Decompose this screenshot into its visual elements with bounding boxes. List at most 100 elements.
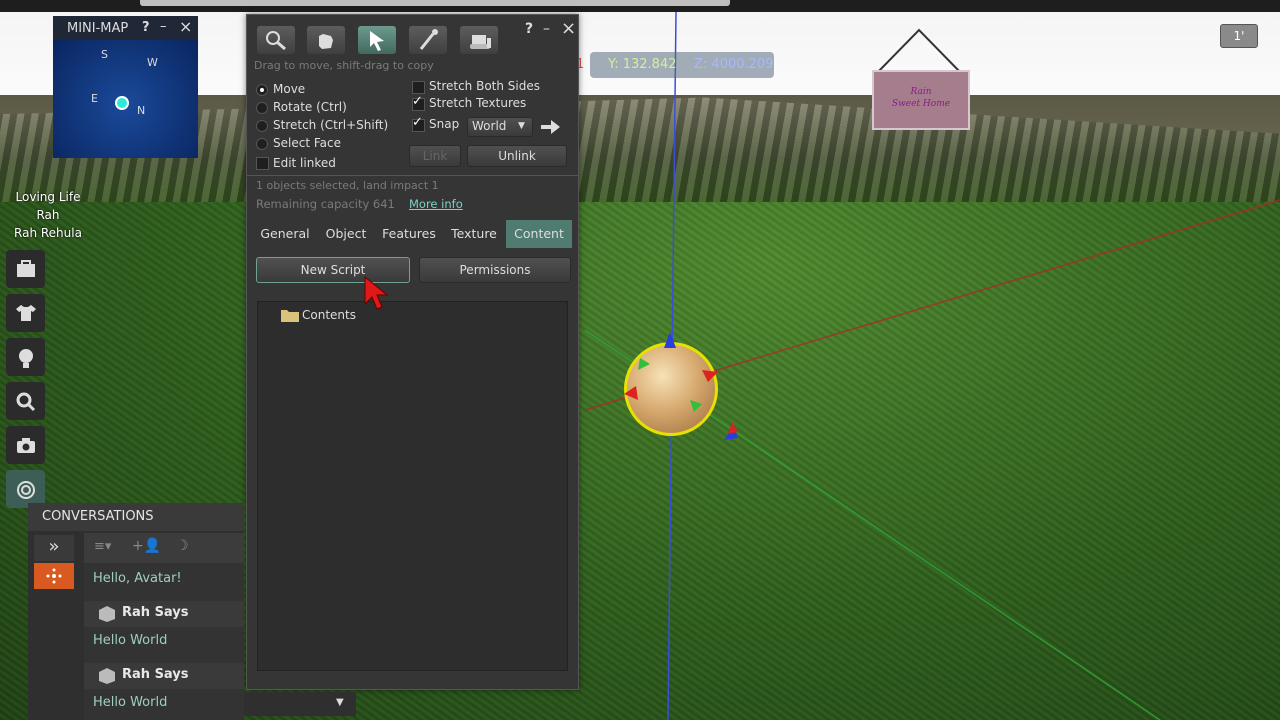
snap-dropdown-value: World: [472, 119, 507, 133]
avatar-group: Loving Life: [15, 190, 81, 204]
avatar-location-marker: [115, 96, 129, 110]
chat-message-header: Rah Says: [84, 663, 244, 689]
minimap-view[interactable]: S W E N: [53, 40, 198, 158]
shirt-icon: [16, 305, 36, 321]
contents-folder-label[interactable]: Contents: [302, 308, 356, 322]
stretch-both-sides-checkbox[interactable]: [412, 81, 425, 94]
move-gizmo[interactable]: [610, 330, 750, 450]
avatar-button[interactable]: [6, 338, 45, 376]
mode-move-radio[interactable]: [256, 84, 268, 96]
search-icon: [16, 392, 36, 412]
conversations-titlebar[interactable]: CONVERSATIONS: [28, 503, 244, 531]
link-button[interactable]: Link: [409, 145, 461, 167]
mouse-cursor-icon: [364, 276, 389, 310]
tab-texture[interactable]: Texture: [445, 220, 503, 248]
magnifier-icon: [266, 31, 286, 51]
drag-hint: Drag to move, shift-drag to copy: [254, 59, 434, 72]
snap-checkbox[interactable]: [412, 115, 425, 132]
divider: [247, 175, 578, 176]
home-sign[interactable]: Rain Sweet Home: [872, 70, 970, 130]
chat-message-header: Rah Says: [84, 601, 244, 627]
camera-icon: [17, 438, 35, 453]
build-close-button[interactable]: ×: [561, 18, 576, 39]
grab-tool-button[interactable]: [307, 26, 345, 54]
z-coord: Z: 4000.209: [694, 57, 774, 72]
minimap-titlebar[interactable]: MINI-MAP ? – ×: [53, 16, 198, 40]
corner-badge[interactable]: 1': [1220, 24, 1258, 48]
chat-message-text: Hello World: [93, 695, 168, 710]
stretch-textures-checkbox[interactable]: [412, 94, 425, 111]
chat-speaker: Rah Says: [122, 605, 189, 620]
focus-tool-button[interactable]: [257, 26, 295, 54]
chat-speaker: Rah Says: [122, 667, 189, 682]
hand-icon: [319, 34, 333, 49]
minimap-dir-n: N: [137, 104, 146, 117]
scroll-down-icon[interactable]: ▼: [336, 697, 344, 708]
search-button[interactable]: [6, 382, 45, 420]
call-icon[interactable]: ☽: [176, 538, 189, 554]
avatar-first-name: Rah: [36, 208, 60, 222]
build-minimize-button[interactable]: –: [543, 21, 550, 37]
inventory-button[interactable]: [6, 250, 45, 288]
sign-line-1: Rain: [910, 87, 932, 97]
chat-history: Hello, Avatar! Rah Says Hello World Rah …: [84, 563, 244, 720]
minimap-dir-e: E: [91, 92, 98, 105]
unlink-button[interactable]: Unlink: [467, 145, 567, 167]
tab-features[interactable]: Features: [377, 220, 441, 248]
avatar-nametag: Loving Life Rah Rah Rehula: [12, 190, 84, 240]
minimap-help-button[interactable]: ?: [142, 20, 150, 35]
arrow-right-icon[interactable]: [541, 119, 561, 135]
minimap-panel[interactable]: MINI-MAP ? – × S W E N: [53, 16, 198, 158]
object-contents-list[interactable]: Contents: [257, 301, 568, 671]
mode-select-face-radio[interactable]: [256, 138, 268, 150]
expand-button[interactable]: »: [34, 535, 74, 561]
edit-tool-button[interactable]: [358, 26, 396, 54]
create-tool-button[interactable]: [409, 26, 447, 54]
mode-rotate-label[interactable]: Rotate (Ctrl): [273, 100, 347, 114]
mode-move-label[interactable]: Move: [273, 82, 305, 96]
conversations-title: CONVERSATIONS: [42, 509, 154, 524]
more-info-link[interactable]: More info: [409, 197, 463, 211]
edit-linked-checkbox[interactable]: [256, 157, 269, 170]
permissions-button[interactable]: Permissions: [419, 257, 571, 283]
snap-label[interactable]: Snap: [429, 117, 459, 131]
tab-object[interactable]: Object: [319, 220, 373, 248]
avatar-full-name: Rah Rehula: [14, 226, 82, 240]
land-tool-button[interactable]: [460, 26, 498, 54]
arrow-cursor-icon: [370, 31, 384, 51]
sign-line-2: Sweet Home: [891, 99, 951, 109]
edit-linked-label[interactable]: Edit linked: [273, 156, 336, 170]
avatar-icon: [19, 349, 33, 368]
stretch-both-sides-label[interactable]: Stretch Both Sides: [429, 79, 540, 93]
object-cube-icon: [99, 668, 115, 684]
minimap-dir-s: S: [101, 48, 108, 61]
remaining-capacity: Remaining capacity 641: [256, 197, 395, 211]
tab-general[interactable]: General: [255, 220, 315, 248]
snapshot-button[interactable]: [6, 426, 45, 464]
suitcase-icon: [17, 260, 35, 277]
chat-scroll-area[interactable]: ▼: [244, 692, 356, 716]
appearance-button[interactable]: [6, 294, 45, 332]
mode-select-face-label[interactable]: Select Face: [273, 136, 341, 150]
minimap-dir-w: W: [147, 56, 158, 69]
view-options-icon[interactable]: ≡▾: [94, 539, 111, 554]
selection-info: 1 objects selected, land impact 1: [256, 179, 439, 192]
minimap-title: MINI-MAP: [67, 21, 129, 36]
mode-stretch-label[interactable]: Stretch (Ctrl+Shift): [273, 118, 388, 132]
nearby-chat-tab[interactable]: [34, 563, 74, 589]
add-person-icon[interactable]: +👤: [132, 538, 161, 554]
tab-content[interactable]: Content: [506, 220, 572, 248]
mode-rotate-radio[interactable]: [256, 102, 268, 114]
y-coord: Y: 132.842: [608, 57, 677, 72]
minimap-minimize-button[interactable]: –: [160, 19, 167, 34]
build-help-button[interactable]: ?: [525, 21, 533, 37]
conversation-toolbar: ≡▾ +👤 ☽: [84, 533, 244, 563]
minimap-close-button[interactable]: ×: [179, 17, 192, 36]
target-icon: [17, 481, 35, 499]
bulldozer-icon: [470, 35, 491, 49]
build-floater[interactable]: ? – × Drag to move, shift-drag to copy M…: [246, 14, 579, 690]
snap-dropdown[interactable]: World ▼: [467, 117, 533, 137]
stretch-textures-label[interactable]: Stretch Textures: [429, 96, 526, 110]
conversations-panel[interactable]: CONVERSATIONS » ≡▾ +👤 ☽ Hello, Avatar! R…: [28, 503, 244, 720]
mode-stretch-radio[interactable]: [256, 120, 268, 132]
